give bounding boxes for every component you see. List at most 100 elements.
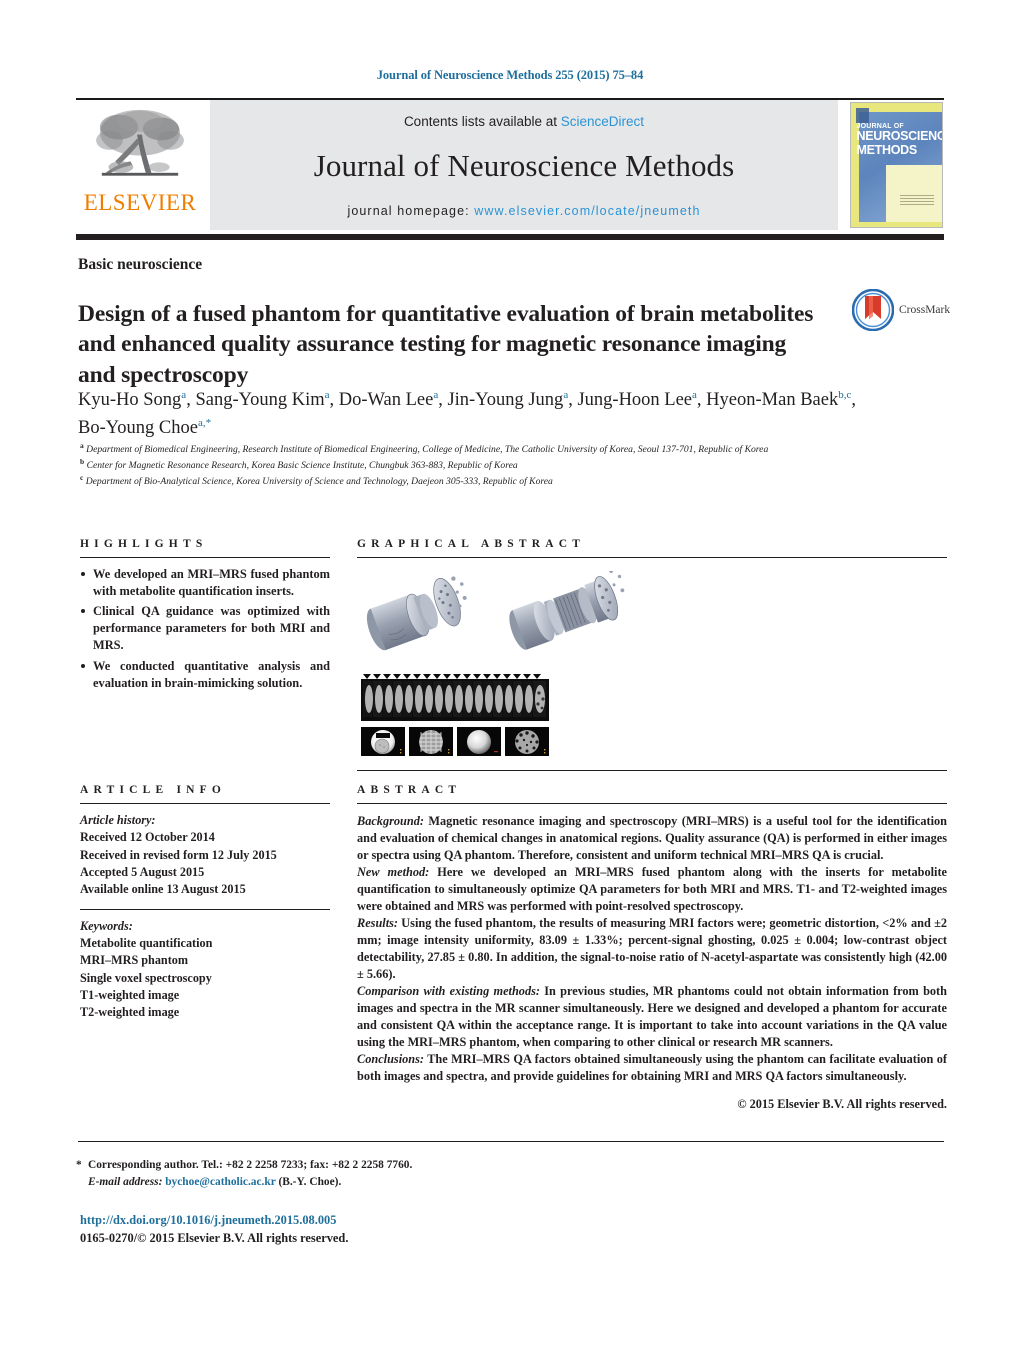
keyword-item: MRI–MRS phantom bbox=[80, 953, 189, 968]
article-history-item: Available online 13 August 2015 bbox=[80, 882, 246, 897]
abstract-body: Background: Magnetic resonance imaging a… bbox=[357, 813, 947, 1085]
cover-image: JOURNAL OF NEUROSCIENCE METHODS bbox=[849, 102, 943, 228]
affiliation-item: b Center for Magnetic Resonance Research… bbox=[80, 456, 518, 471]
page-title: Design of a fused phantom for quantitati… bbox=[78, 300, 814, 388]
graphical-abstract-figure bbox=[357, 568, 657, 756]
crossmark-badge[interactable]: CrossMark bbox=[851, 287, 958, 333]
author-name: Hyeon-Man Baek bbox=[706, 390, 839, 411]
graphical-abstract-section: GRAPHICAL ABSTRACT bbox=[357, 538, 947, 771]
highlight-item: Clinical QA guidance was optimized with … bbox=[80, 603, 330, 654]
article-info-section: ARTICLE INFO Article history: Received 1… bbox=[80, 784, 330, 1022]
abstract-copyright: © 2015 Elsevier B.V. All rights reserved… bbox=[737, 1096, 947, 1111]
author-affiliation-mark: a bbox=[433, 389, 439, 401]
abstract-section: ABSTRACT Background: Magnetic resonance … bbox=[357, 784, 947, 1112]
elsevier-tree-icon bbox=[92, 106, 188, 190]
author-affiliation-mark: a bbox=[181, 389, 187, 401]
author-name: Jung-Hoon Lee bbox=[577, 390, 693, 411]
corresponding-email-link[interactable]: bychoe@catholic.ac.kr bbox=[165, 1176, 275, 1188]
publisher-logo: ELSEVIER bbox=[76, 100, 204, 230]
homepage-prefix: journal homepage: bbox=[347, 204, 475, 218]
author-affiliation-mark: a,* bbox=[197, 416, 212, 429]
journal-article-first-page: Journal of Neuroscience Methods 255 (201… bbox=[0, 0, 1020, 1351]
cover-line-3: METHODS bbox=[856, 142, 918, 157]
elsevier-wordmark: ELSEVIER bbox=[83, 190, 197, 215]
article-history-item: Received 12 October 2014 bbox=[80, 830, 215, 845]
abstract-paragraph: Comparison with existing methods: In pre… bbox=[357, 983, 947, 1049]
author-affiliation-mark: a bbox=[324, 389, 330, 401]
author-name: Bo-Young Choe bbox=[78, 417, 198, 438]
highlights-divider bbox=[80, 557, 330, 558]
article-history-item: Accepted 5 August 2015 bbox=[80, 864, 205, 879]
affiliation-item: a Department of Biomedical Engineering, … bbox=[80, 441, 769, 456]
author-name: Kyu-Ho Song bbox=[78, 390, 182, 411]
highlights-section: HIGHLIGHTS We developed an MRI–MRS fused… bbox=[80, 538, 330, 695]
cover-line-2: NEUROSCIENCE bbox=[856, 129, 942, 144]
sciencedirect-link[interactable]: ScienceDirect bbox=[561, 114, 644, 129]
graphical-abstract-divider bbox=[357, 557, 947, 558]
journal-homepage-line: journal homepage: www.elsevier.com/locat… bbox=[347, 204, 700, 218]
highlight-item: We conducted quantitative analysis and e… bbox=[80, 658, 330, 692]
abstract-paragraph-lead: Conclusions: bbox=[357, 1051, 424, 1066]
keywords-divider bbox=[80, 908, 330, 910]
author-affiliation-mark: b,c bbox=[838, 389, 852, 401]
cover-title-text: JOURNAL OF NEUROSCIENCE METHODS bbox=[856, 123, 942, 157]
crossmark-icon bbox=[851, 288, 895, 332]
article-info-heading: ARTICLE INFO bbox=[80, 784, 227, 796]
corresponding-marker: * bbox=[76, 1159, 82, 1171]
abstract-heading: ABSTRACT bbox=[357, 784, 462, 796]
author-list: Kyu-Ho Songa, Sang-Young Kima, Do-Wan Le… bbox=[78, 389, 856, 438]
cover-panel-lines bbox=[899, 195, 934, 207]
author-affiliation-mark: a bbox=[563, 389, 569, 401]
masthead-center: Contents lists available at ScienceDirec… bbox=[210, 100, 838, 230]
contents-prefix: Contents lists available at bbox=[403, 114, 561, 129]
keyword-item: T2-weighted image bbox=[80, 1005, 180, 1020]
contents-available-line: Contents lists available at ScienceDirec… bbox=[404, 114, 644, 129]
keyword-item: T1-weighted image bbox=[80, 987, 180, 1002]
keyword-item: Single voxel spectroscopy bbox=[80, 970, 212, 985]
article-history-list: Received 12 October 2014 Received in revi… bbox=[80, 829, 330, 898]
doi-link[interactable]: http://dx.doi.org/10.1016/j.jneumeth.201… bbox=[80, 1213, 336, 1228]
article-history-block: Article history: Received 12 October 201… bbox=[80, 812, 330, 899]
running-head: Journal of Neuroscience Methods 255 (201… bbox=[376, 68, 644, 82]
keyword-item: Metabolite quantification bbox=[80, 935, 213, 950]
highlights-heading: HIGHLIGHTS bbox=[80, 538, 208, 550]
abstract-paragraph-lead: New method: bbox=[357, 864, 430, 879]
keywords-block: Keywords: Metabolite quantification MRI–M… bbox=[80, 918, 330, 1022]
corresponding-author-note: * Corresponding author. Tel.: +82 2 2258… bbox=[76, 1157, 688, 1191]
abstract-paragraph-lead: Background: bbox=[357, 814, 424, 828]
author-name: Sang-Young Kim bbox=[195, 390, 325, 411]
abstract-divider bbox=[357, 803, 947, 804]
article-info-divider bbox=[80, 803, 330, 804]
abstract-paragraph-lead: Results: bbox=[357, 915, 398, 930]
highlight-item: We developed an MRI–MRS fused phantom wi… bbox=[80, 566, 330, 600]
article-section-label: Basic neuroscience bbox=[78, 256, 203, 273]
email-suffix: (B.-Y. Choe). bbox=[278, 1176, 342, 1189]
author-name: Jin-Young Jung bbox=[447, 390, 564, 411]
masthead-bottom-rule bbox=[76, 234, 944, 240]
cover-bottom-strip bbox=[858, 222, 942, 227]
article-history-label: Article history: bbox=[80, 813, 156, 827]
cover-lower-panel bbox=[885, 165, 942, 227]
author-name: Do-Wan Lee bbox=[338, 390, 434, 411]
highlights-list: We developed an MRI–MRS fused phantom wi… bbox=[80, 566, 330, 692]
affiliation-item: c Department of Bio-Analytical Science, … bbox=[80, 472, 553, 487]
author-affiliation-mark: a bbox=[692, 389, 697, 401]
graphical-abstract-bottom-rule bbox=[357, 770, 947, 771]
abstract-paragraph: Results: Using the fused phantom, the re… bbox=[357, 915, 947, 981]
homepage-url-link[interactable]: www.elsevier.com/locate/jneumeth bbox=[474, 204, 700, 218]
abstract-paragraph: Background: Magnetic resonance imaging a… bbox=[357, 814, 947, 862]
graphical-abstract-heading: GRAPHICAL ABSTRACT bbox=[357, 538, 586, 550]
affiliation-list: a Department of Biomedical Engineering, … bbox=[80, 441, 880, 488]
crossmark-label: CrossMark bbox=[899, 304, 951, 316]
journal-masthead: ELSEVIER Contents lists available at Sci… bbox=[76, 98, 944, 230]
journal-title: Journal of Neuroscience Methods bbox=[313, 148, 735, 184]
keywords-label: Keywords: bbox=[80, 918, 133, 933]
abstract-paragraph: Conclusions: The MRI–MRS QA factors obta… bbox=[357, 1051, 947, 1083]
journal-cover-thumbnail: JOURNAL OF NEUROSCIENCE METHODS bbox=[848, 100, 944, 230]
article-history-item: Received in revised form 12 July 2015 bbox=[80, 847, 277, 862]
footer-divider bbox=[78, 1141, 944, 1142]
issn-copyright-line: 0165-0270/© 2015 Elsevier B.V. All right… bbox=[80, 1231, 349, 1245]
abstract-paragraph-lead: Comparison with existing methods: bbox=[357, 983, 540, 998]
email-label: E-mail address: bbox=[88, 1176, 163, 1189]
corresponding-contact: Corresponding author. Tel.: +82 2 2258 7… bbox=[88, 1159, 413, 1171]
